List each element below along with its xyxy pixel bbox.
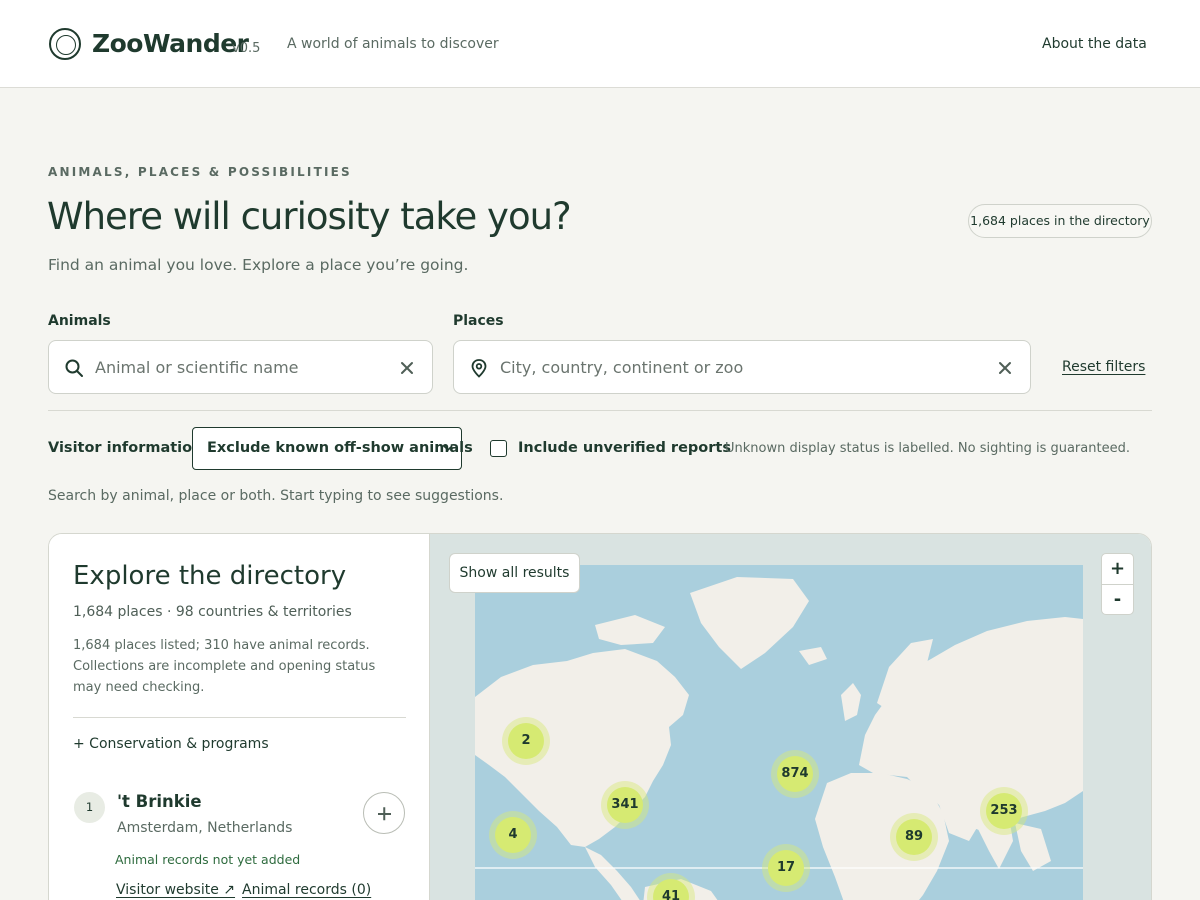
logo-icon[interactable] [49,28,81,60]
unverified-reports-checkbox[interactable] [490,440,507,457]
display-status-note: Unknown display status is labelled. No s… [725,441,1130,456]
chevron-down-icon [443,445,453,452]
visitor-info-selected-value: Exclude known off-show animals [207,440,473,456]
sidebar-divider [73,717,406,718]
divider [48,410,1152,411]
result-place-name[interactable]: 't Brinkie [117,792,202,811]
world-map[interactable]: Show all results + - 2 874 341 253 4 89 … [430,534,1151,900]
conservation-toggle[interactable]: + Conservation & programs [73,736,269,752]
animals-search-box[interactable] [48,340,433,394]
directory-meta: 1,684 places · 98 countries & territorie… [73,604,352,620]
zoom-controls: + - [1101,553,1134,615]
version-label: v0.5 [232,41,261,56]
map-cluster-marker[interactable]: 253 [980,787,1028,835]
clear-places-icon[interactable] [995,358,1015,378]
unverified-reports-label[interactable]: Include unverified reports [518,440,731,456]
map-cluster-marker[interactable]: 2 [502,717,550,765]
cluster-count: 17 [768,850,804,886]
directory-description: 1,684 places listed; 310 have animal rec… [73,638,376,695]
cluster-count: 253 [986,793,1022,829]
search-hint: Search by animal, place or both. Start t… [48,488,504,504]
places-count-badge: 1,684 places in the directory [968,204,1152,238]
map-cluster-marker[interactable]: 4 [489,811,537,859]
show-all-results-button[interactable]: Show all results [449,553,580,593]
visitor-info-select[interactable]: Exclude known off-show animals [192,427,473,470]
add-place-button[interactable] [363,792,405,834]
reset-filters-link[interactable]: Reset filters [1062,359,1145,375]
cluster-count: 2 [508,723,544,759]
animals-search-input[interactable] [95,355,385,379]
page-subtitle: Find an animal you love. Explore a place… [48,256,469,274]
search-icon [65,359,83,377]
map-pin-icon [471,359,487,378]
animals-field-label: Animals [48,313,111,329]
map-cluster-marker[interactable]: 874 [771,750,819,798]
cluster-count: 41 [653,879,689,900]
map-cluster-marker[interactable]: 17 [762,844,810,892]
directory-title: Explore the directory [73,561,347,591]
visitor-website-link[interactable]: Visitor website ↗ [116,882,235,898]
page-title: Where will curiosity take you? [47,195,572,238]
directory-sidebar: Explore the directory 1,684 places · 98 … [49,534,430,900]
top-bar: ZooWander v0.5 A world of animals to dis… [0,0,1200,88]
places-field-label: Places [453,313,504,329]
visitor-info-label: Visitor information [48,440,203,456]
zoom-in-button[interactable]: + [1102,554,1133,584]
animal-records-link[interactable]: Animal records (0) [242,882,371,898]
cluster-count: 4 [495,817,531,853]
eyebrow-text: ANIMALS, PLACES & POSSIBILITIES [48,165,352,179]
places-search-box[interactable] [453,340,1031,394]
map-cluster-marker[interactable]: 89 [890,813,938,861]
cluster-count: 341 [607,787,643,823]
result-records-note: Animal records not yet added [115,852,301,867]
cluster-count: 874 [777,756,813,792]
results-panel: Explore the directory 1,684 places · 98 … [48,533,1152,900]
zoom-out-button[interactable]: - [1102,585,1133,615]
result-place-location: Amsterdam, Netherlands [117,820,293,836]
about-data-link[interactable]: About the data [1042,36,1147,52]
result-rank: 1 [74,792,105,823]
map-cluster-marker[interactable]: 341 [601,781,649,829]
tagline: A world of animals to discover [287,36,499,52]
places-search-input[interactable] [500,355,980,379]
brand-name[interactable]: ZooWander [92,29,249,58]
cluster-count: 89 [896,819,932,855]
clear-animals-icon[interactable] [397,358,417,378]
